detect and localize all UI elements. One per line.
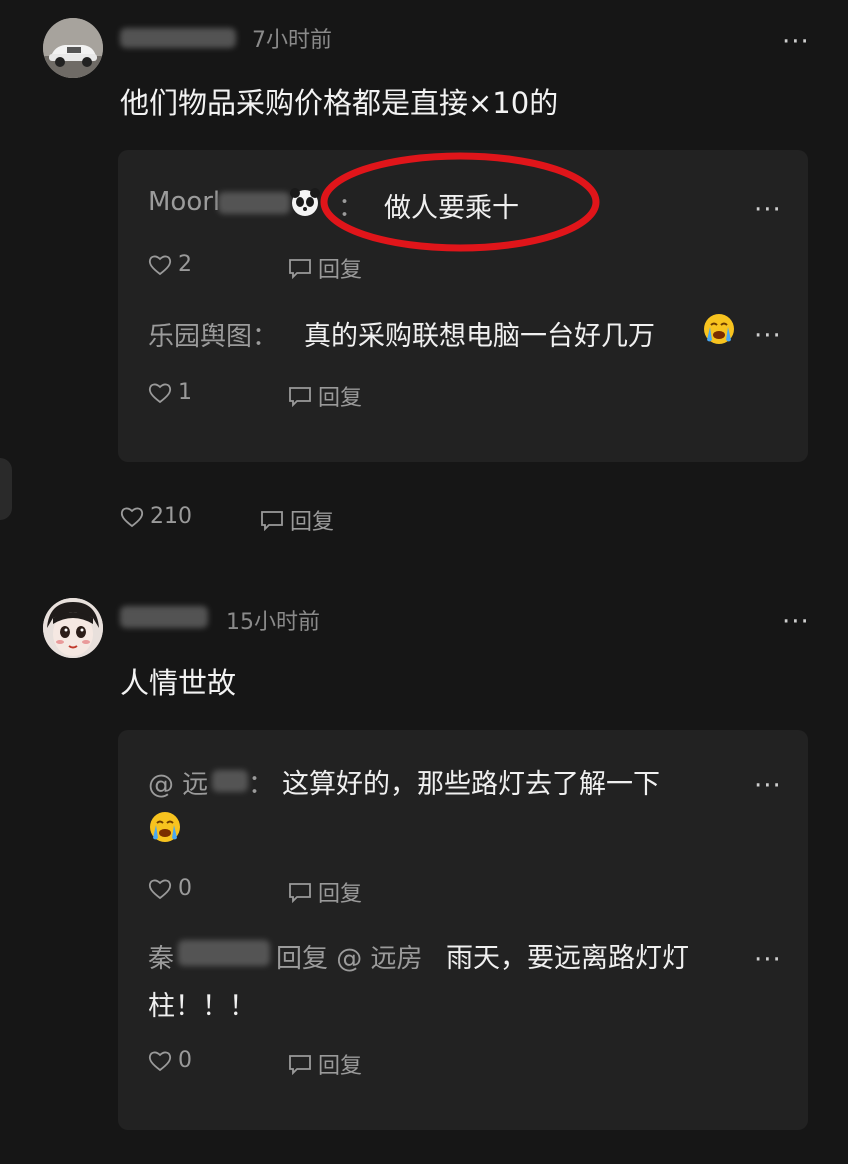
reply-author-name[interactable]: 秦	[148, 938, 174, 975]
reply-label: 回复	[318, 882, 363, 907]
heart-icon	[120, 507, 144, 527]
comment-time: 7小时前	[252, 28, 332, 53]
reply-button[interactable]: 回复	[260, 504, 334, 536]
reply-label: 回复	[318, 258, 363, 283]
username-redacted[interactable]	[218, 192, 290, 214]
reply-text: 真的采购联想电脑一台好几万	[304, 321, 655, 352]
more-options-icon[interactable]: ···	[754, 197, 782, 223]
username-redacted[interactable]	[120, 28, 236, 48]
comment-time: 15小时前	[226, 610, 320, 635]
reply-button[interactable]: 回复	[288, 876, 362, 908]
car-avatar-icon	[43, 18, 103, 78]
reply-text: 这算好的，那些路灯去了解一下	[282, 769, 660, 800]
reply-author-name[interactable]: Moorl	[148, 187, 220, 217]
like-count: 2	[178, 252, 192, 277]
heart-icon	[148, 879, 172, 899]
reply-text-line-2: 柱！！！	[148, 991, 256, 1022]
comment-bubble-icon	[261, 511, 283, 531]
comment-bubble-icon	[289, 259, 311, 279]
reply-author-colon: ：	[248, 770, 275, 800]
comment-bubble-icon	[289, 1055, 311, 1075]
heart-icon	[148, 1051, 172, 1071]
avatar-comment-2[interactable]	[43, 598, 103, 658]
comment-text: 人情世故	[120, 666, 237, 700]
like-count: 0	[178, 1048, 192, 1073]
more-options-icon[interactable]: ···	[754, 947, 782, 973]
reply-button[interactable]: 回复	[288, 1048, 362, 1080]
like-count: 1	[178, 380, 192, 405]
red-highlight-circle	[320, 152, 600, 252]
comment-bubble-icon	[289, 883, 311, 903]
like-count: 210	[150, 504, 192, 529]
reply-to-prefix[interactable]: 回复 @ 远房	[276, 938, 423, 975]
username-redacted[interactable]	[212, 770, 248, 792]
reply-button[interactable]: 回复	[288, 380, 362, 412]
reply-button[interactable]: 回复	[288, 252, 362, 284]
like-count: 0	[178, 876, 192, 901]
comment-text: 他们物品采购价格都是直接×10的	[120, 86, 559, 120]
username-redacted[interactable]	[178, 940, 270, 966]
reply-label: 回复	[290, 510, 335, 535]
reply-label: 回复	[318, 386, 363, 411]
like-button[interactable]: 2	[148, 252, 192, 277]
comment-bubble-icon	[289, 387, 311, 407]
reply-label: 回复	[318, 1054, 363, 1079]
heart-icon	[148, 255, 172, 275]
reply-text-line-1: 雨天，要远离路灯灯	[446, 943, 689, 974]
reply-author-name[interactable]: @ 远	[148, 764, 208, 801]
like-button[interactable]: 1	[148, 380, 192, 405]
reply-author-name[interactable]: 乐园舆图：	[148, 316, 278, 353]
doll-avatar-icon	[43, 598, 103, 658]
left-edge-handle	[0, 458, 12, 520]
crying-emoji-icon	[150, 812, 180, 842]
crying-emoji-icon	[704, 314, 734, 344]
more-options-icon[interactable]: ···	[754, 773, 782, 799]
username-redacted[interactable]	[120, 606, 208, 628]
more-options-icon[interactable]: ···	[754, 323, 782, 349]
heart-icon	[148, 383, 172, 403]
like-button[interactable]: 210	[120, 504, 192, 529]
more-options-icon[interactable]: ···	[782, 609, 810, 635]
panda-emoji-icon	[290, 188, 320, 216]
more-options-icon[interactable]: ···	[782, 29, 810, 55]
like-button[interactable]: 0	[148, 1048, 192, 1073]
avatar-comment-1[interactable]	[43, 18, 103, 78]
like-button[interactable]: 0	[148, 876, 192, 901]
